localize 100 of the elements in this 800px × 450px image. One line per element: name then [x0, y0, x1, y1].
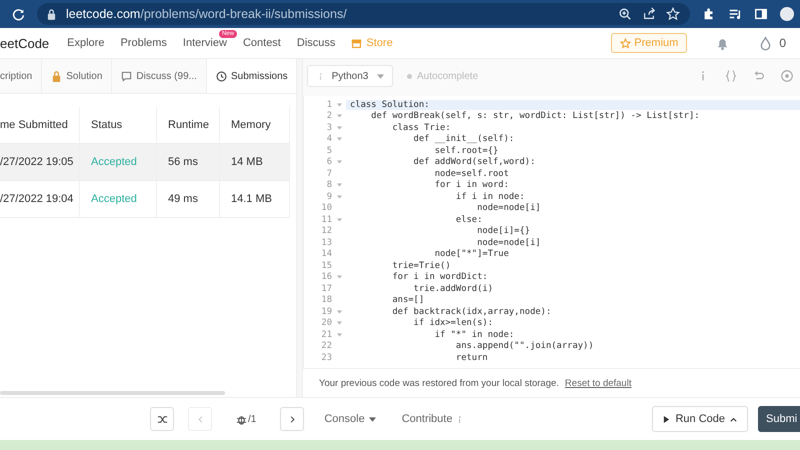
previous-button[interactable] [188, 407, 212, 431]
line-number: 1 [326, 100, 332, 110]
line-number: 23 [320, 352, 332, 363]
table-row[interactable]: /27/2022 19:04 Accepted 49 ms 14.1 MB [0, 181, 290, 218]
nav-link[interactable]: Interview [182, 37, 227, 49]
line-number: 5 [326, 146, 332, 156]
reload-icon[interactable] [12, 8, 25, 20]
line-number: 9 [326, 192, 332, 202]
line-number: 21 [320, 330, 332, 340]
next-button[interactable] [280, 407, 304, 431]
code-line: ans.append("".join(array)) [454, 341, 595, 352]
table-cell: 49 ms [157, 181, 220, 218]
fold-icon[interactable] [336, 321, 342, 326]
table-cell: 14 MB [220, 144, 290, 181]
table-cell: /27/2022 19:04 [0, 181, 80, 218]
braces-icon[interactable] [724, 69, 738, 83]
nav-link[interactable]: Contest [242, 37, 281, 49]
fold-icon[interactable] [336, 137, 342, 142]
submit-button[interactable]: Submi [758, 406, 800, 432]
line-number: 7 [326, 168, 332, 179]
code-line: if idx>=len(s): [412, 318, 494, 328]
fold-icon[interactable] [336, 194, 342, 199]
code-line: for i in wordDict: [391, 272, 489, 282]
playlist-icon[interactable] [728, 7, 742, 21]
code-line: ans=[] [391, 295, 426, 306]
store-icon [351, 38, 362, 48]
reset-link[interactable]: Reset to default [564, 378, 632, 388]
drop-icon[interactable] [758, 36, 774, 50]
fold-icon[interactable] [336, 126, 342, 130]
scrollbar[interactable] [0, 391, 225, 395]
line-number: 6 [326, 157, 332, 168]
line-number: 16 [320, 272, 332, 282]
fold-icon[interactable] [336, 332, 342, 337]
code-line: if "*" in node: [434, 330, 516, 340]
profile-avatar[interactable] [780, 7, 794, 21]
code-line: node=node[i] [476, 203, 542, 214]
fold-icon[interactable] [336, 275, 342, 280]
code-line: for i in word: [434, 180, 510, 190]
table-cell: 14.1 MB [220, 181, 290, 218]
shuffle-button[interactable] [150, 407, 174, 431]
fold-icon[interactable] [336, 310, 342, 314]
fold-icon[interactable] [336, 102, 342, 107]
url-text: leetcode.com/problems/word-break-ii/submissions/ [66, 7, 348, 21]
line-number: 14 [320, 249, 332, 260]
code-line: def wordBreak(self, s: str, wordDict: List[str]) -> List[str]: [370, 111, 701, 122]
fold-icon[interactable] [336, 218, 342, 222]
line-number: 12 [320, 226, 332, 236]
code-editor[interactable] [303, 96, 800, 368]
sidebar-icon[interactable] [754, 7, 768, 21]
caret-up-icon [730, 416, 737, 422]
line-number: 4 [326, 134, 332, 144]
caret-icon [376, 72, 384, 80]
share-icon[interactable] [642, 7, 656, 21]
caret-icon [368, 416, 376, 422]
info-icon [456, 416, 464, 422]
table-row[interactable]: /27/2022 19:05 Accepted 56 ms 14 MB [0, 144, 290, 181]
nav-link[interactable]: Explore [67, 37, 104, 49]
line-number: 10 [320, 203, 332, 214]
line-number: 3 [326, 122, 332, 133]
nav-link[interactable]: Discuss [296, 37, 336, 49]
tab[interactable]: cription [0, 59, 42, 93]
coin-count: 0 [779, 36, 786, 50]
logo-text[interactable]: eetCode [0, 36, 50, 50]
line-number: 18 [320, 295, 332, 306]
code-line: def addWord(self,word): [412, 157, 536, 168]
line-number: 8 [326, 180, 332, 190]
address-bar[interactable]: leetcode.com/problems/word-break-ii/submissions/ [37, 3, 690, 25]
line-number: 13 [320, 238, 332, 248]
line-number: 20 [320, 318, 332, 328]
star-icon[interactable] [666, 7, 680, 21]
comment-icon [121, 70, 132, 82]
line-number: 19 [320, 306, 332, 317]
nav-link[interactable]: Problems [120, 37, 167, 49]
code-line: trie=Trie() [391, 260, 452, 271]
contribute-button[interactable]: Contribute [396, 413, 470, 425]
fold-icon[interactable] [336, 183, 342, 188]
code-line: node["*"]=True [434, 249, 510, 260]
code-line: if i in node: [454, 192, 526, 202]
language-select[interactable]: Python3 [307, 65, 393, 87]
fold-icon[interactable] [336, 114, 342, 118]
code-line: node=node[i] [476, 238, 542, 248]
code-line: self.root={} [434, 146, 500, 156]
page-count: /1 [248, 414, 256, 424]
run-code-button[interactable]: Run Code [652, 406, 748, 432]
code-line: node[i]={} [476, 226, 532, 236]
console-button[interactable]: Console [318, 413, 382, 425]
settings-icon[interactable] [780, 69, 794, 83]
tab[interactable]: Submissions [206, 59, 296, 93]
code-line: def backtrack(idx,array,node): [391, 306, 552, 317]
play-icon [663, 416, 670, 422]
code-line: def __init__(self): [412, 134, 516, 144]
fold-icon[interactable] [336, 160, 342, 164]
line-number: 2 [326, 111, 332, 122]
notice-text: Your previous code was restored from your local storage. [319, 378, 559, 388]
code-line: else: [454, 214, 484, 225]
clock-icon [216, 70, 227, 82]
line-number: 15 [320, 260, 332, 271]
line-number: 22 [320, 341, 332, 352]
zoom-icon[interactable] [618, 7, 632, 21]
table-cell: 56 ms [157, 144, 220, 181]
